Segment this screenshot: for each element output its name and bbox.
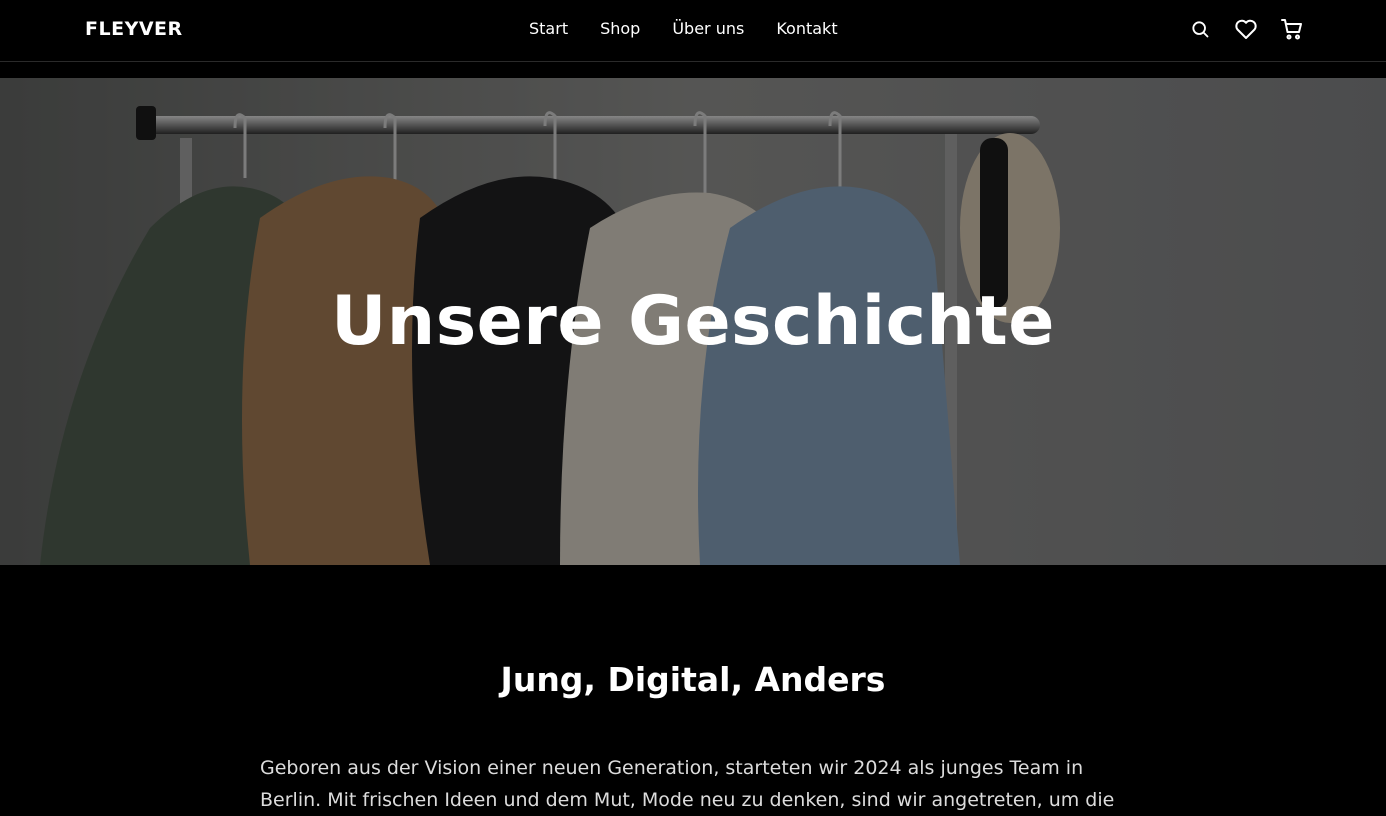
heart-icon[interactable] [1234,17,1258,41]
nav-item-contact[interactable]: Kontakt [776,19,837,38]
nav-item-shop[interactable]: Shop [600,19,640,38]
about-text: Geboren aus der Vision einer neuen Gener… [260,757,1115,811]
about-heading: Jung, Digital, Anders [500,660,886,699]
search-icon[interactable] [1188,17,1212,41]
header-actions [1188,17,1304,41]
nav-item-start[interactable]: Start [529,19,568,38]
hero-banner: Unsere Geschichte [0,78,1386,565]
site-header: FLEYVER Start Shop Über uns Kontakt [0,0,1386,62]
main-nav: Start Shop Über uns Kontakt [529,19,838,38]
cart-icon[interactable] [1280,17,1304,41]
brand-logo[interactable]: FLEYVER [85,18,183,40]
nav-item-about[interactable]: Über uns [672,19,744,38]
hero-title: Unsere Geschichte [331,282,1055,361]
